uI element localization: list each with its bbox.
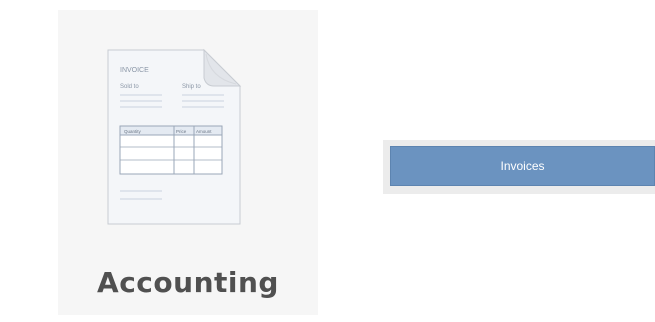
amount-col-text: Amount <box>196 129 212 134</box>
ship-to-text: Ship to <box>182 84 201 90</box>
accounting-label: Accounting <box>97 266 279 299</box>
screen: INVOICE Sold to Ship to Quantity Price A… <box>0 0 655 322</box>
invoices-button[interactable]: Invoices <box>390 146 655 186</box>
invoice-document-icon: INVOICE Sold to Ship to Quantity Price A… <box>107 48 242 225</box>
invoice-title-text: INVOICE <box>120 67 149 74</box>
sold-to-text: Sold to <box>120 84 139 90</box>
invoices-button-container: Invoices <box>383 140 655 194</box>
accounting-tile[interactable]: INVOICE Sold to Ship to Quantity Price A… <box>58 10 318 315</box>
price-col-text: Price <box>176 129 187 134</box>
quantity-col-text: Quantity <box>124 129 142 134</box>
